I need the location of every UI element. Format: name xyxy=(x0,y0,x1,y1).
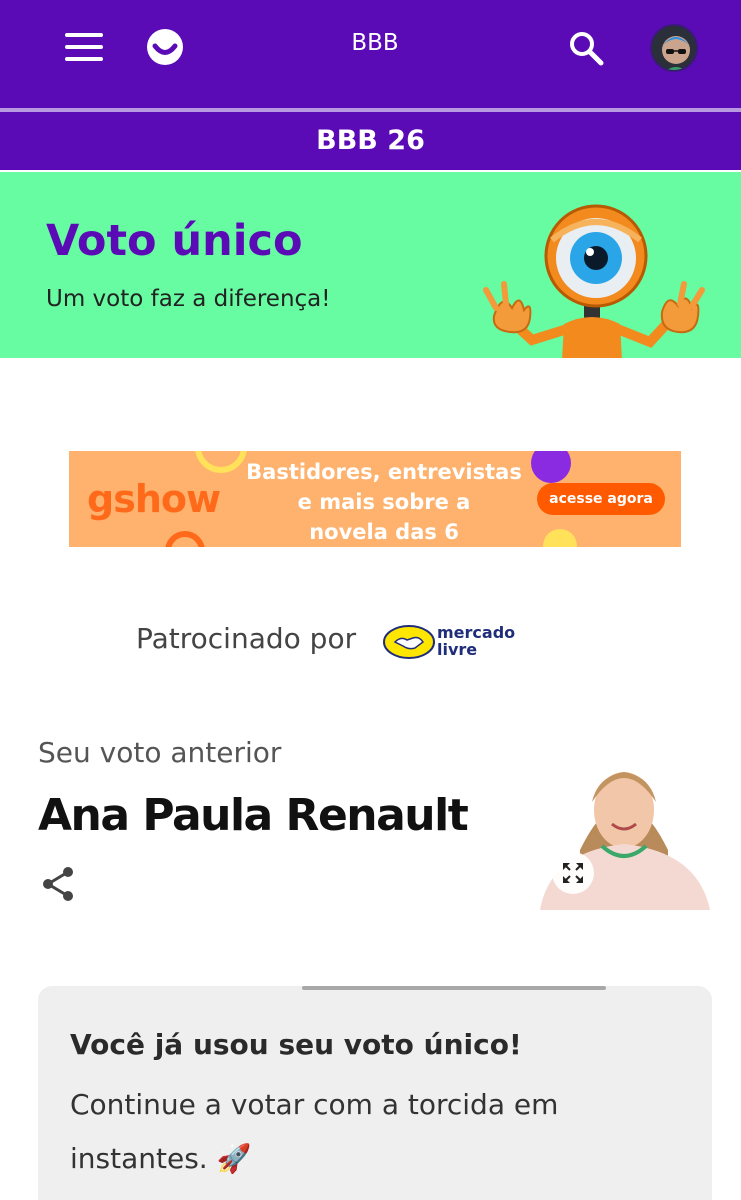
hamburger-line xyxy=(65,33,103,37)
gshow-logo: gshow xyxy=(87,477,221,521)
card-body: Continue a votar com a torcida em instan… xyxy=(70,1088,559,1175)
avatar-image xyxy=(652,26,696,70)
search-icon[interactable] xyxy=(566,28,606,68)
ad-line: Bastidores, entrevistas xyxy=(246,460,522,484)
card-top-line xyxy=(302,986,606,990)
candidate-name: Ana Paula Renault xyxy=(38,790,469,841)
banner-subtitle: Um voto faz a diferença! xyxy=(46,286,331,312)
wordmark-line: livre xyxy=(437,640,478,659)
card-title: Você já usou seu voto único! xyxy=(70,1028,522,1061)
ad-decoration xyxy=(165,531,205,547)
handshake-icon xyxy=(383,625,435,659)
ad-decoration xyxy=(531,451,571,483)
voto-unico-banner: Voto único Um voto faz a diferença! xyxy=(0,172,741,358)
ad-line: novela das 6 xyxy=(309,520,459,544)
ad-line: e mais sobre a xyxy=(297,490,471,514)
gshow-ad-banner[interactable]: gshow Bastidores, entrevistas e mais sob… xyxy=(69,451,681,547)
section-title-bar: BBB 26 xyxy=(0,112,741,170)
expand-icon xyxy=(563,863,583,883)
user-avatar[interactable] xyxy=(650,24,698,72)
wordmark-line: mercado xyxy=(437,623,516,642)
top-app-bar: BBB xyxy=(0,0,741,108)
page-title: BBB xyxy=(351,30,399,56)
vote-used-card: Você já usou seu voto único! Continue a … xyxy=(38,986,712,1200)
hamburger-line xyxy=(65,57,103,61)
share-icon[interactable] xyxy=(38,864,78,904)
mercado-livre-wordmark: mercado livre xyxy=(437,624,515,658)
hamburger-menu-icon[interactable] xyxy=(62,30,106,64)
big-brother-eye-mascot xyxy=(483,204,705,358)
banner-title: Voto único xyxy=(46,216,303,266)
ad-decoration xyxy=(543,529,577,547)
previous-vote-label: Seu voto anterior xyxy=(38,736,282,769)
ad-cta-button[interactable]: acesse agora xyxy=(537,483,665,515)
hamburger-line xyxy=(65,45,103,49)
sponsor-label: Patrocinado por xyxy=(136,622,357,655)
mercado-livre-logo[interactable]: mercado livre xyxy=(383,622,515,662)
globo-smile-logo[interactable] xyxy=(146,28,184,66)
expand-photo-button[interactable] xyxy=(552,852,594,894)
ad-headline: Bastidores, entrevistas e mais sobre a n… xyxy=(239,457,529,547)
